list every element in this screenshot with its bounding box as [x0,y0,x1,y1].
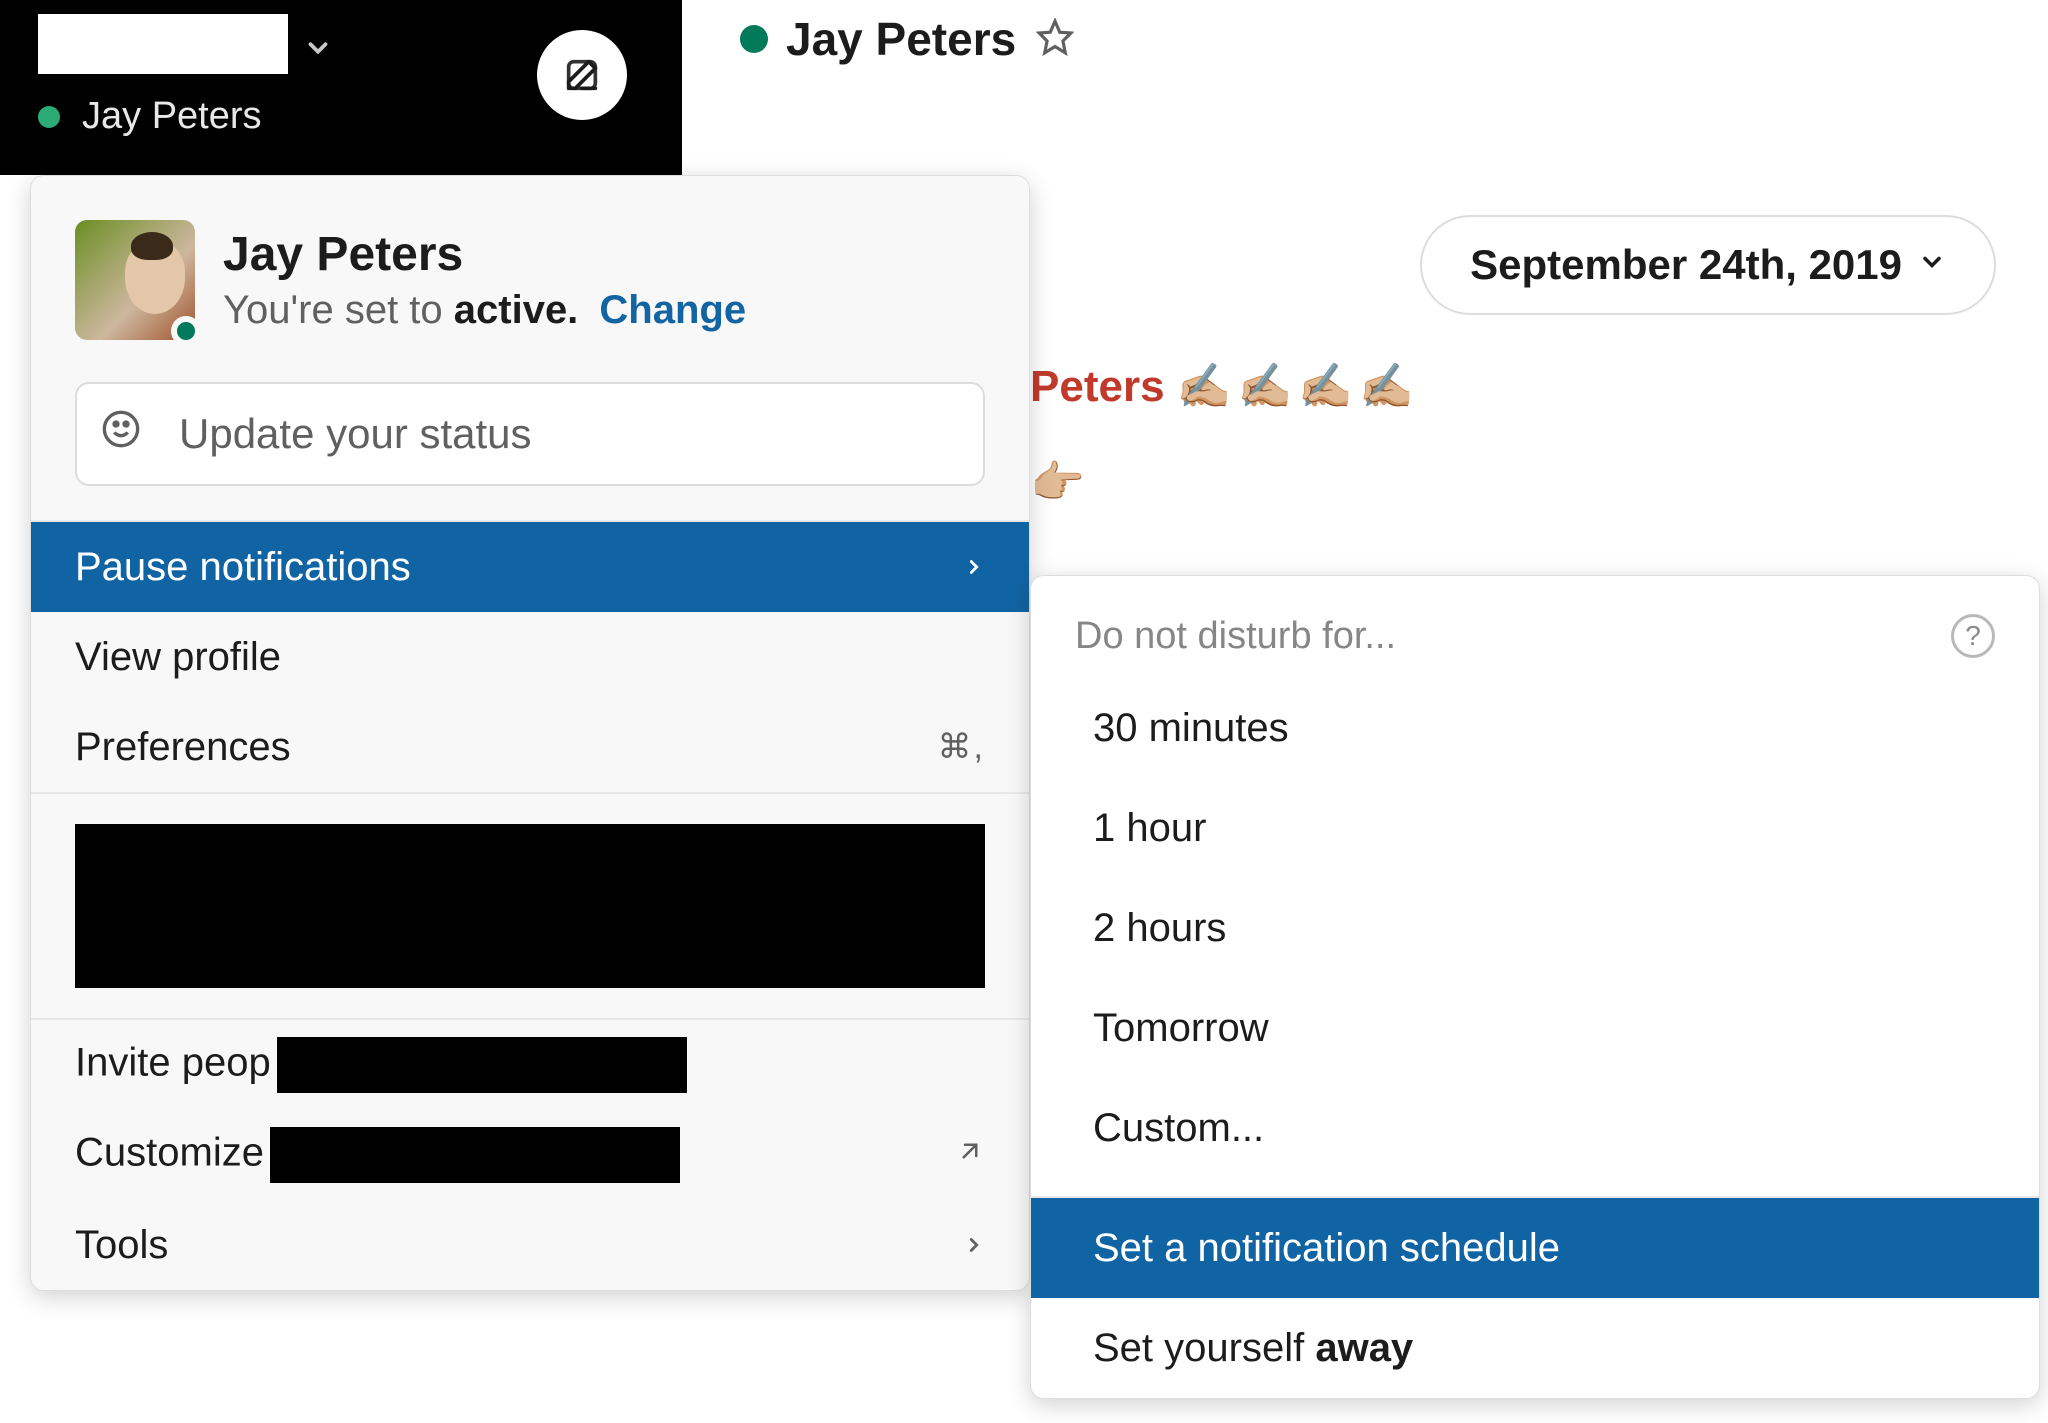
menu-item-invite-people[interactable]: Invite peop [31,1020,1029,1110]
dnd-set-schedule[interactable]: Set a notification schedule [1031,1198,2039,1298]
workspace-switcher-chevron-icon[interactable] [303,33,333,72]
compose-icon [562,55,602,95]
status-input-placeholder: Update your status [179,410,532,458]
help-icon[interactable]: ? [1951,614,1995,658]
chevron-right-icon [963,1227,985,1264]
menu-item-tools[interactable]: Tools [31,1200,1029,1290]
external-link-icon [955,1136,985,1174]
preferences-shortcut: ⌘, [938,727,985,767]
emoji-picker-icon[interactable] [101,409,141,460]
dnd-option-custom[interactable]: Custom... [1031,1078,2039,1178]
redacted-inline [277,1037,687,1093]
menu-item-customize[interactable]: Customize [31,1110,1029,1200]
dnd-option-30-minutes[interactable]: 30 minutes [1031,678,2039,778]
sidebar-header: Jay Peters [0,0,682,175]
dnd-option-1-hour[interactable]: 1 hour [1031,778,2039,878]
presence-dot-icon [171,316,201,346]
dnd-submenu: Do not disturb for... ? 30 minutes 1 hou… [1030,575,2040,1399]
sidebar-user-name: Jay Peters [82,95,262,138]
message-status-line: Peters ✍🏼✍🏼✍🏼✍🏼 [1030,360,1420,412]
chevron-right-icon [963,549,985,586]
status-input[interactable]: Update your status [75,382,985,486]
presence-dot-icon [38,106,60,128]
date-pill-label: September 24th, 2019 [1470,241,1902,289]
user-menu-header: Jay Peters You're set to active. Change [31,176,1029,378]
dnd-option-tomorrow[interactable]: Tomorrow [1031,978,2039,1078]
dnd-set-away[interactable]: Set yourself away [1031,1298,2039,1398]
menu-item-preferences[interactable]: Preferences ⌘, [31,702,1029,792]
sidebar-current-user[interactable]: Jay Peters [38,95,262,138]
channel-header: Jay Peters [740,12,1074,66]
workspace-name-redacted [38,14,288,74]
user-menu: Jay Peters You're set to active. Change … [30,175,1030,1291]
date-jump-pill[interactable]: September 24th, 2019 [1420,215,1996,315]
dnd-submenu-header: Do not disturb for... ? [1031,606,2039,678]
redacted-menu-section [75,824,985,988]
chevron-down-icon [1918,246,1946,285]
status-line-name-fragment: Peters [1030,362,1165,411]
writing-hand-emoji-sequence: ✍🏼✍🏼✍🏼✍🏼 [1177,362,1420,411]
menu-item-view-profile[interactable]: View profile [31,612,1029,702]
dnd-option-2-hours[interactable]: 2 hours [1031,878,2039,978]
compose-button[interactable] [537,30,627,120]
redacted-inline [270,1127,680,1183]
change-status-link[interactable]: Change [599,288,746,332]
star-icon[interactable] [1036,18,1074,61]
channel-name[interactable]: Jay Peters [786,12,1016,66]
avatar[interactable] [75,220,195,340]
menu-item-pause-notifications[interactable]: Pause notifications [31,522,1029,612]
user-menu-status: You're set to active. Change [223,288,746,333]
user-menu-name: Jay Peters [223,227,746,282]
presence-dot-icon [740,25,768,53]
pointing-hand-emoji: 👉🏼 [1030,456,1085,508]
